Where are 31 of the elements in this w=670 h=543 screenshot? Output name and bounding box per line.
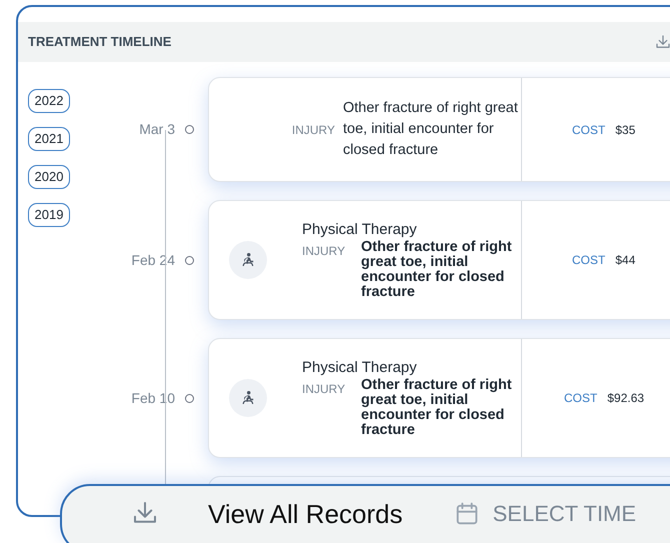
injury-description: Other fracture of right great toe, initial encounter for closed fracture [343,99,519,160]
treatment-card[interactable]: INJURY Other fracture of right great toe, initial encounter for closed fracture COST $35 [208,77,670,182]
view-records-button[interactable]: View All Records [208,495,403,533]
therapy-icon [229,241,267,279]
year-chip[interactable]: 2019 [28,203,70,227]
cost-value: $35 [615,122,636,138]
cost-label: COST [572,122,606,138]
download-icon[interactable] [654,33,670,51]
cost-value: $92.63 [607,390,644,407]
cost-label: COST [572,252,606,269]
treatment-title: Physical Therapy [302,220,418,240]
timeline-node [185,394,194,402]
entry-date: Feb 10 [131,388,175,408]
timeline-node [185,256,194,264]
treatment-card[interactable]: Physical Therapy INJURY Other fracture of right great toe, initial encounter for closed fracture COST $44 [208,200,670,320]
year-chip[interactable]: 2021 [28,127,70,151]
treatment-title: Physical Therapy [302,358,418,378]
cost-value: $44 [615,252,636,269]
injury-label: INJURY [302,381,346,398]
year-chip[interactable]: 2020 [28,165,70,189]
entry-date: Mar 3 [139,120,175,139]
panel-title: TREATMENT TIMELINE [28,33,172,52]
timeline-node [185,125,194,134]
injury-description: Other fracture of right great toe, initial encounter for closed fracture [361,378,513,438]
year-chip[interactable]: 2022 [28,89,70,113]
cost-label: COST [564,390,598,407]
injury-label: INJURY [292,122,335,138]
injury-label: INJURY [302,243,346,260]
treatment-card[interactable]: Physical Therapy INJURY Other fracture of right great toe, initial encounter for closed fracture COST $92.63 [208,338,670,458]
injury-description: Other fracture of right great toe, initial encounter for closed fracture [361,240,513,300]
therapy-icon [229,379,267,417]
